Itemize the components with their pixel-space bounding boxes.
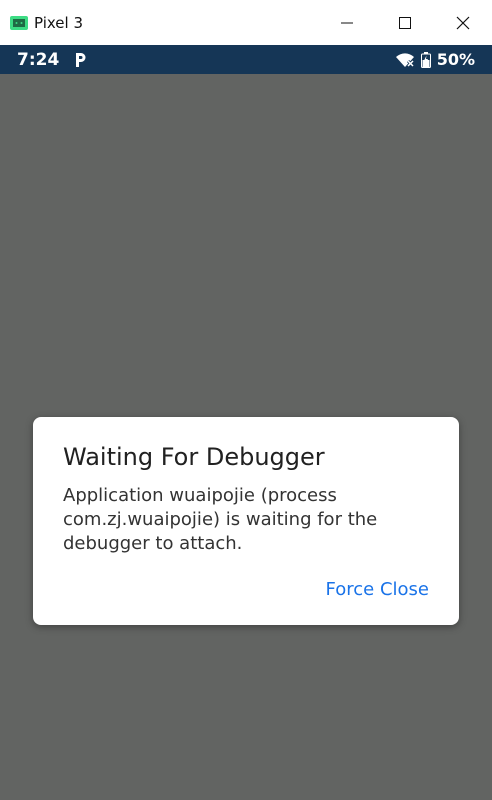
dialog-message-line: Application wuaipojie (process — [63, 485, 337, 506]
close-button[interactable] — [434, 0, 492, 45]
dialog-message: Application wuaipojie (process com.zj.wu… — [63, 484, 433, 556]
dialog-title: Waiting For Debugger — [63, 443, 325, 471]
emulator-screen: Waiting For Debugger Application wuaipoj… — [0, 74, 492, 800]
window-controls — [318, 0, 492, 45]
status-icons: 50% — [395, 45, 475, 74]
dialog-message-line: debugger to attach. — [63, 533, 243, 554]
force-close-button[interactable]: Force Close — [326, 579, 429, 600]
close-icon — [456, 16, 470, 29]
waiting-for-debugger-dialog: Waiting For Debugger Application wuaipoj… — [33, 417, 459, 625]
android-status-bar: 7:24 50% — [0, 45, 492, 74]
maximize-icon — [399, 16, 411, 29]
window-titlebar: Pixel 3 — [0, 0, 492, 45]
android-emulator-icon — [10, 15, 28, 30]
dialog-message-line: com.zj.wuaipojie) is waiting for the — [63, 509, 378, 530]
battery-level: 50% — [436, 50, 475, 69]
status-time: 7:24 — [17, 49, 60, 70]
parking-p-icon — [76, 52, 86, 67]
wifi-no-internet-icon — [395, 52, 414, 67]
maximize-button[interactable] — [376, 0, 434, 45]
minimize-button[interactable] — [318, 0, 376, 45]
minimize-icon — [341, 22, 353, 23]
battery-charging-icon — [420, 51, 431, 68]
window-title: Pixel 3 — [34, 13, 84, 32]
